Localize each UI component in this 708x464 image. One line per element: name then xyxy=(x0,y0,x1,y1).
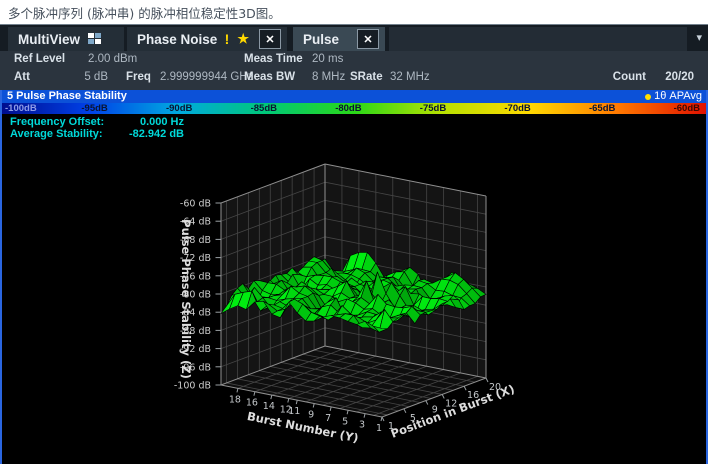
grid-icon xyxy=(88,33,102,45)
colorbar-label: -65dB xyxy=(589,103,615,114)
srate-value[interactable]: 32 MHz xyxy=(390,71,430,83)
frequency-offset-value: 0.000 Hz xyxy=(122,116,184,128)
svg-text:Burst Number (Y): Burst Number (Y) xyxy=(246,409,360,445)
svg-text:18: 18 xyxy=(229,394,241,405)
srate-label[interactable]: SRate xyxy=(350,71,383,83)
surface-3d-chart: -60 dB-64 dB-68 dB-72 dB-76 dB-80 dB-84 … xyxy=(2,114,706,450)
colorbar-label: -70dB xyxy=(504,103,530,114)
colorbar-label: -60dB xyxy=(674,103,700,114)
result-info: Frequency Offset: 0.000 Hz Average Stabi… xyxy=(10,116,184,140)
channel-tab-bar: MultiView Phase Noise ! ★ ✕ Pulse ✕ ▾ xyxy=(0,24,708,51)
trace-dot-icon xyxy=(645,94,651,100)
tab-multiview-label: MultiView xyxy=(8,32,80,47)
frequency-offset-label: Frequency Offset: xyxy=(10,116,122,128)
screen: 多个脉冲序列 (脉冲串) 的脉冲相位稳定性3D图。 MultiView Phas… xyxy=(0,0,708,464)
svg-text:3: 3 xyxy=(359,420,365,431)
result-window-titlebar[interactable]: 5 Pulse Phase Stability 1θ APAvg xyxy=(2,90,706,103)
page-caption: 多个脉冲序列 (脉冲串) 的脉冲相位稳定性3D图。 xyxy=(8,3,281,22)
average-stability-label: Average Stability: xyxy=(10,128,122,140)
freq-value[interactable]: 2.999999944 GHz xyxy=(160,71,253,83)
tab-pulse[interactable]: Pulse ✕ xyxy=(293,27,385,51)
result-window-title: 5 Pulse Phase Stability xyxy=(7,90,127,103)
count-label: Count xyxy=(613,71,646,83)
colorbar-label: -100dB xyxy=(5,103,37,114)
svg-text:7: 7 xyxy=(325,413,331,424)
att-label[interactable]: Att xyxy=(14,71,30,83)
trace-legend-label: 1θ APAvg xyxy=(654,90,702,103)
tab-phase-noise[interactable]: Phase Noise ! ★ ✕ xyxy=(127,27,287,51)
colorbar-label: -95dB xyxy=(81,103,107,114)
close-tab-phase-noise-button[interactable]: ✕ xyxy=(259,29,281,49)
freq-label[interactable]: Freq xyxy=(126,71,151,83)
svg-text:1: 1 xyxy=(376,423,382,434)
svg-text:16: 16 xyxy=(246,398,258,409)
average-stability-value: -82.942 dB xyxy=(122,128,184,140)
count-value: 20/20 xyxy=(665,71,694,83)
meas-time-label[interactable]: Meas Time xyxy=(244,53,303,65)
plot-area: -60 dB-64 dB-68 dB-72 dB-76 dB-80 dB-84 … xyxy=(2,114,706,464)
tab-multiview[interactable]: MultiView xyxy=(8,27,124,51)
tab-pulse-label: Pulse xyxy=(293,32,339,47)
colorbar-label: -85dB xyxy=(251,103,277,114)
tab-strip-filler xyxy=(389,27,687,51)
alert-icon: ! xyxy=(225,31,230,47)
star-icon: ★ xyxy=(237,31,249,47)
chevron-down-icon[interactable]: ▾ xyxy=(696,31,702,44)
svg-text:9: 9 xyxy=(308,410,314,421)
ref-level-value[interactable]: 2.00 dBm xyxy=(88,53,137,65)
svg-text:-60 dB: -60 dB xyxy=(180,199,211,210)
result-window: 5 Pulse Phase Stability 1θ APAvg -100dB-… xyxy=(0,90,708,464)
meas-time-value[interactable]: 20 ms xyxy=(312,53,343,65)
meas-bw-label[interactable]: Meas BW xyxy=(244,71,295,83)
colorbar-label: -80dB xyxy=(335,103,361,114)
svg-text:-100 dB: -100 dB xyxy=(174,381,211,392)
colorbar-label: -90dB xyxy=(166,103,192,114)
att-value[interactable]: 5 dB xyxy=(74,71,108,83)
svg-text:11: 11 xyxy=(288,406,300,417)
svg-text:14: 14 xyxy=(263,401,275,412)
meas-bw-value[interactable]: 8 MHz xyxy=(312,71,345,83)
analyzer-app-frame: MultiView Phase Noise ! ★ ✕ Pulse ✕ ▾ Re… xyxy=(0,24,708,464)
color-scale-bar: -100dB -95dB -90dB -85dB -80dB -75dB -70dB -65d… xyxy=(2,103,706,114)
close-tab-pulse-button[interactable]: ✕ xyxy=(357,29,379,49)
measurement-settings-bar: Ref Level 2.00 dBm Meas Time 20 ms Att 5… xyxy=(0,51,708,90)
colorbar-label: -75dB xyxy=(420,103,446,114)
trace-legend: 1θ APAvg xyxy=(645,90,702,103)
svg-text:5: 5 xyxy=(342,416,348,427)
ref-level-label[interactable]: Ref Level xyxy=(14,53,65,65)
tab-phase-noise-label: Phase Noise xyxy=(127,32,217,47)
svg-text:Pulse Phase Stability (Z): Pulse Phase Stability (Z) xyxy=(179,219,193,379)
